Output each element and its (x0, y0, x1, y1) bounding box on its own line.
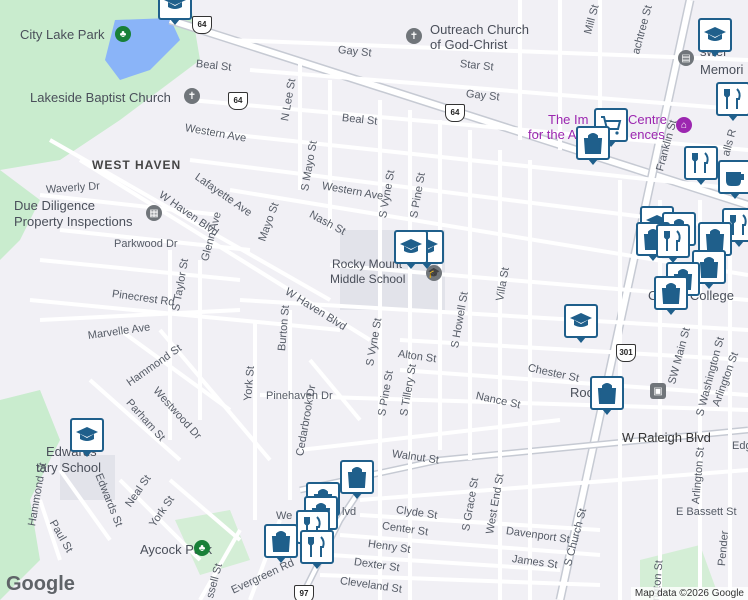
street-edge: Edg (732, 440, 748, 452)
poi-imperial-centre-line3[interactable]: for the A (528, 127, 576, 142)
marker-shopping[interactable] (576, 126, 610, 165)
shopping-bag-icon (271, 531, 291, 552)
shopping-bag-icon (699, 257, 719, 278)
poi-outreach-church-line1[interactable]: Outreach Church (430, 22, 529, 37)
route-shield-bus-301: 301 (616, 344, 636, 362)
graduation-cap-icon (400, 239, 422, 253)
route-shield-bus-64: 64 (445, 104, 465, 122)
poi-lakeside-baptist[interactable]: Lakeside Baptist Church (30, 90, 171, 105)
poi-rocky-mount-middle-line2[interactable]: Middle School (330, 272, 405, 286)
shopping-bag-icon (597, 383, 617, 404)
marker-shopping[interactable] (264, 524, 298, 563)
poi-outreach-church-line2[interactable]: of God-Christ (430, 37, 507, 52)
shopping-bag-icon (583, 133, 603, 154)
route-shield-bus-64: 64 (192, 16, 212, 34)
google-logo: Google (6, 573, 75, 595)
graduation-cap-icon (570, 313, 592, 327)
shopping-bag-icon (347, 467, 367, 488)
book-icon[interactable]: ▤ (678, 50, 694, 66)
marker-cafe[interactable] (718, 160, 748, 199)
marker-restaurant[interactable] (300, 530, 334, 569)
street-lvd: lvd (342, 506, 357, 518)
graduation-cap-icon (164, 0, 186, 9)
building-icon[interactable]: ▦ (146, 205, 162, 221)
graduation-cap-icon (76, 427, 98, 441)
street-w-raleigh-blvd: W Raleigh Blvd (622, 430, 711, 445)
route-shield-bus-64: 64 (228, 92, 248, 110)
map-attribution[interactable]: Map data ©2026 Google (630, 587, 748, 600)
marker-restaurant[interactable] (716, 82, 748, 121)
train-icon[interactable]: ▣ (650, 383, 666, 399)
church-icon[interactable]: ✝ (184, 88, 200, 104)
park-southwest (0, 390, 60, 600)
marker-shopping[interactable] (590, 376, 624, 415)
route-shield-97: 97 (294, 585, 314, 600)
fork-knife-icon (308, 536, 325, 557)
street-e-bassett-st: E Bassett St (676, 506, 737, 518)
marker-restaurant[interactable] (684, 146, 718, 185)
marker-school[interactable] (698, 18, 732, 57)
church-icon[interactable]: ✝ (406, 28, 422, 44)
shopping-bag-icon (661, 283, 681, 304)
poi-rocky-mount-middle-line1[interactable]: Rocky Mount (332, 257, 402, 271)
street-parkwood-dr: Parkwood Dr (114, 238, 178, 250)
marker-school[interactable] (158, 0, 192, 25)
shopping-bag-icon (705, 229, 725, 250)
marker-shopping[interactable] (654, 276, 688, 315)
poi-imperial-centre-line1[interactable]: The Im (548, 112, 588, 127)
poi-imperial-centre-line4[interactable]: ences (630, 127, 665, 142)
coffee-cup-icon (726, 172, 744, 186)
street-pinehaven-dr: Pinehaven Dr (266, 390, 333, 402)
fork-knife-icon (724, 88, 741, 109)
park-icon[interactable]: ♣ (115, 26, 131, 42)
marker-school[interactable] (70, 418, 104, 457)
poi-due-diligence-line1[interactable]: Due Diligence (14, 198, 95, 213)
poi-imperial-centre-line2[interactable]: Centre (628, 112, 667, 127)
poi-city-lake-park[interactable]: City Lake Park (20, 27, 105, 42)
street-we: We (276, 510, 293, 522)
poi-due-diligence-line2[interactable]: Property Inspections (14, 214, 133, 229)
fork-knife-icon (692, 152, 709, 173)
marker-restaurant[interactable] (656, 224, 690, 263)
park-icon[interactable]: ♣ (194, 540, 210, 556)
marker-shopping[interactable] (340, 460, 374, 499)
map-canvas[interactable]: City Lake Park ♣ Outreach Church of God-… (0, 0, 748, 600)
graduation-cap-icon (704, 27, 726, 41)
poi-memori[interactable]: Memori (700, 62, 743, 77)
marker-school[interactable] (564, 304, 598, 343)
fork-knife-icon (664, 230, 681, 251)
marker-school[interactable] (394, 230, 428, 269)
area-west-haven: WEST HAVEN (92, 158, 182, 172)
